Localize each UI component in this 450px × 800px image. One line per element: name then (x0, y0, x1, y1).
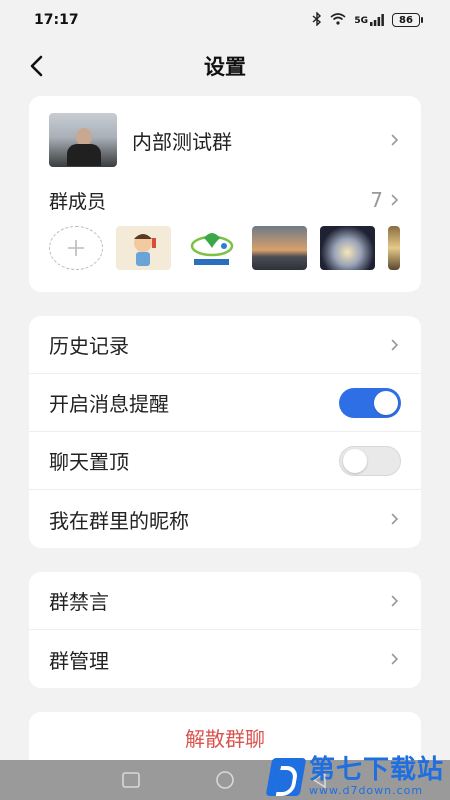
chevron-right-icon (389, 513, 401, 525)
settings-card: 历史记录 开启消息提醒 聊天置顶 我在群里的昵称 (29, 316, 421, 548)
member-avatar[interactable] (320, 226, 375, 270)
member-avatar[interactable] (388, 226, 400, 270)
network-type: 5G (354, 16, 368, 26)
status-bar: 17:17 5G 86 (0, 0, 450, 40)
back-button[interactable] (18, 48, 54, 84)
chevron-right-icon (389, 653, 401, 665)
chevron-right-icon (389, 194, 401, 206)
recent-apps-button[interactable] (120, 769, 142, 791)
battery-indicator: 86 (392, 13, 423, 27)
members-count: 7 (370, 188, 383, 212)
status-time: 17:17 (34, 12, 79, 28)
chevron-right-icon (389, 595, 401, 607)
members-thumbnails (29, 224, 421, 272)
dissolve-label: 解散群聊 (185, 726, 265, 751)
watermark: 第七下载站 www.d7down.com (265, 755, 444, 797)
add-member-button[interactable] (49, 226, 103, 270)
page-title: 设置 (204, 55, 246, 79)
group-members-row[interactable]: 群成员 7 (29, 178, 421, 222)
watermark-url: www.d7down.com (308, 784, 424, 797)
chevron-left-icon (30, 55, 43, 77)
plus-icon (68, 240, 84, 256)
group-info-row[interactable]: 内部测试群 (29, 96, 421, 184)
circle-icon (216, 771, 234, 789)
mute-row[interactable]: 群禁言 (29, 572, 421, 630)
history-row[interactable]: 历史记录 (29, 316, 421, 374)
square-icon (122, 772, 140, 788)
signal-icon: 5G (354, 14, 384, 26)
message-alert-row: 开启消息提醒 (29, 374, 421, 432)
member-avatar[interactable] (252, 226, 307, 270)
member-avatar[interactable] (116, 226, 171, 270)
group-card: 内部测试群 群成员 7 (29, 96, 421, 292)
admin-card: 群禁言 群管理 (29, 572, 421, 688)
manage-label: 群管理 (49, 648, 109, 673)
status-icons: 5G 86 (312, 10, 423, 29)
manage-row[interactable]: 群管理 (29, 630, 421, 688)
group-avatar (49, 113, 117, 167)
chevron-right-icon (389, 134, 401, 146)
group-name: 内部测试群 (132, 129, 232, 154)
pin-chat-label: 聊天置顶 (49, 450, 129, 474)
watermark-title: 第七下载站 (308, 755, 444, 785)
wifi-icon (330, 12, 346, 28)
watermark-logo-icon (265, 757, 307, 796)
bluetooth-icon (312, 10, 322, 29)
members-label: 群成员 (49, 190, 107, 213)
mute-label: 群禁言 (49, 590, 109, 614)
pin-chat-row: 聊天置顶 (29, 432, 421, 490)
pin-chat-toggle[interactable] (339, 445, 401, 476)
message-alert-toggle[interactable] (339, 387, 401, 418)
history-label: 历史记录 (49, 334, 129, 358)
nickname-row[interactable]: 我在群里的昵称 (29, 490, 421, 548)
header: 设置 (0, 40, 450, 92)
nickname-label: 我在群里的昵称 (49, 508, 189, 533)
home-button[interactable] (214, 769, 236, 791)
message-alert-label: 开启消息提醒 (49, 392, 169, 416)
member-avatar[interactable] (184, 226, 239, 270)
chevron-right-icon (389, 339, 401, 351)
